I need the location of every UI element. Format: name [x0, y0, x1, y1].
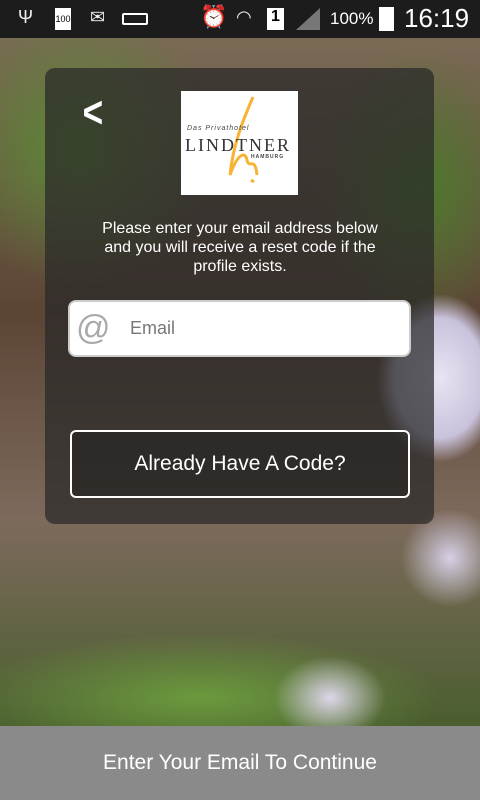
- wifi-icon: ◠: [236, 7, 252, 27]
- instructions-text: Please enter your email address below an…: [102, 220, 378, 275]
- battery-100-icon: 100: [55, 8, 71, 30]
- alarm-icon: ⏰: [200, 4, 228, 29]
- email-field[interactable]: @: [68, 300, 411, 357]
- signal-icon: [296, 8, 320, 30]
- battery-icon: [379, 7, 394, 31]
- status-bar: Ψ 100 ✉ ⏰ ◠ 1 100% 16:19: [0, 0, 480, 38]
- email-input[interactable]: [130, 318, 390, 339]
- back-chevron-icon[interactable]: <: [83, 88, 104, 138]
- at-sign-icon: @: [76, 309, 111, 347]
- continue-button[interactable]: Enter Your Email To Continue: [0, 726, 480, 800]
- clock: 16:19: [404, 3, 470, 33]
- already-have-code-button[interactable]: Already Have A Code?: [70, 430, 410, 498]
- logo-line3: HAMBURG: [251, 154, 285, 160]
- outlook-icon: ✉: [90, 7, 106, 27]
- usb-icon: Ψ: [18, 7, 34, 27]
- voicemail-icon: [122, 13, 148, 25]
- battery-percent: 100%: [330, 9, 374, 28]
- sim-icon: 1: [267, 8, 284, 30]
- logo-line2: LINDTNER: [185, 135, 291, 155]
- hotel-logo: Das Privathotel LINDTNER HAMBURG: [181, 91, 298, 195]
- logo-line1: Das Privathotel: [187, 125, 250, 132]
